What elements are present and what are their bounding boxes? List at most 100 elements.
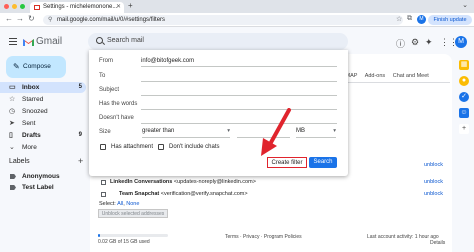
unblock-selected-button: Unblock selected addresses	[98, 209, 168, 218]
label-item[interactable]: Anonymous	[0, 171, 86, 182]
size-unit-underline	[296, 137, 336, 138]
extensions-icon[interactable]: ⧉	[407, 15, 412, 23]
to-label: To	[99, 73, 106, 79]
contacts-icon[interactable]: ☺	[459, 108, 469, 118]
exclude-chats-label: Don't include chats	[169, 144, 220, 150]
sidebar-item-starred[interactable]: ☆ Starred	[0, 94, 86, 105]
subject-input[interactable]	[141, 95, 337, 96]
gemini-sparkle-icon[interactable]: ✦	[425, 37, 433, 48]
chevron-down-icon: ⌄	[9, 144, 15, 151]
compose-button[interactable]: ✎ Compose	[6, 56, 66, 78]
gmail-logo-icon[interactable]	[23, 38, 34, 46]
add-label-icon[interactable]: +	[78, 156, 83, 166]
site-info-icon[interactable]: ⚲	[48, 15, 52, 25]
search-bar[interactable]: Search mail	[88, 33, 348, 50]
sidebar-item-inbox[interactable]: ▭ Inbox 5	[0, 82, 86, 93]
tasks-icon[interactable]: ✓	[459, 92, 469, 102]
search-input[interactable]: Search mail	[107, 37, 144, 44]
tab-addons[interactable]: Add-ons	[365, 73, 386, 79]
gmail-brand[interactable]: Gmail	[36, 36, 62, 47]
has-attachment-checkbox[interactable]	[100, 144, 106, 150]
chevron-down-icon: ▾	[227, 128, 230, 134]
bookmark-star-icon[interactable]: ☆	[396, 15, 402, 23]
from-label: From	[99, 58, 113, 64]
sidebar-item-label: Inbox	[22, 84, 40, 91]
maximize-window-button[interactable]	[20, 4, 25, 9]
forward-icon[interactable]: →	[16, 14, 24, 23]
pointer-arrow-annotation	[261, 108, 291, 156]
size-operator-underline	[142, 137, 230, 138]
search-icon[interactable]	[96, 37, 103, 44]
blocked-sender-name: Team Snapchat	[119, 191, 160, 197]
back-icon[interactable]: ←	[5, 14, 13, 23]
size-operator-select[interactable]: greater than ▾	[142, 128, 230, 134]
reload-icon[interactable]: ↻	[28, 14, 35, 23]
tabs-divider	[344, 82, 450, 83]
activity-details-link[interactable]: Details	[430, 240, 445, 246]
row-checkbox[interactable]	[101, 192, 106, 197]
tab-close-icon[interactable]: ✕	[116, 2, 121, 13]
to-input[interactable]	[141, 81, 337, 82]
labels-heading: Labels	[9, 158, 30, 165]
main-menu-icon[interactable]	[9, 38, 17, 45]
select-row: Select: All, None	[99, 201, 140, 207]
window-controls	[4, 4, 25, 9]
help-icon[interactable]: ⓘ	[396, 37, 405, 50]
unblock-link[interactable]: unblock	[424, 162, 443, 168]
new-tab-icon[interactable]: +	[128, 1, 133, 10]
finish-update-button[interactable]: Finish update	[428, 15, 472, 25]
side-panel-rail: ▦ ● ✓ ☺ +	[455, 54, 474, 252]
sidebar-item-drafts[interactable]: ▯ Drafts 9	[0, 130, 86, 141]
size-operator-value: greater than	[142, 128, 175, 134]
exclude-chats-checkbox[interactable]	[158, 144, 164, 150]
storage-text: 0.02 GB of 15 GB used	[98, 239, 150, 245]
select-all-link[interactable]: All	[117, 201, 123, 207]
keep-icon[interactable]: ●	[459, 76, 469, 86]
select-none-link[interactable]: None	[126, 201, 139, 207]
sidebar-item-more[interactable]: ⌄ More	[0, 142, 86, 153]
tab-chat-meet[interactable]: Chat and Meet	[393, 73, 429, 79]
inbox-icon: ▭	[9, 84, 16, 91]
chevron-down-icon: ▾	[333, 128, 336, 134]
label-tag-icon	[10, 185, 16, 190]
sidebar-item-snoozed[interactable]: ◷ Snoozed	[0, 106, 86, 117]
from-input[interactable]: info@bitofgeek.com	[141, 58, 194, 64]
has-words-input[interactable]	[141, 109, 337, 110]
row-checkbox[interactable]	[101, 180, 106, 185]
label-tag-icon	[10, 174, 16, 179]
size-label: Size	[99, 129, 111, 135]
doesnt-have-label: Doesn't have	[99, 115, 134, 121]
browser-tab[interactable]: Settings - michelemonone... ✕	[30, 2, 124, 13]
label-item[interactable]: Test Label	[0, 182, 86, 193]
clock-icon: ◷	[9, 108, 16, 115]
send-icon: ➤	[9, 120, 15, 127]
minimize-window-button[interactable]	[12, 4, 17, 9]
label-name: Test Label	[22, 184, 54, 191]
size-unit-select[interactable]: MB ▾	[296, 128, 336, 134]
unblock-link[interactable]: unblock	[424, 179, 443, 185]
tab-list-chevron-icon[interactable]: ⌄	[462, 1, 468, 9]
storage-meter	[98, 234, 168, 237]
blocked-sender-email: <verification@verify.snapchat.com>	[160, 191, 248, 197]
settings-gear-icon[interactable]: ⚙	[411, 37, 419, 48]
calendar-icon[interactable]: ▦	[459, 60, 469, 70]
has-words-label: Has the words	[99, 101, 138, 107]
sidebar-item-label: Sent	[22, 120, 36, 127]
policy-links[interactable]: Terms · Privacy · Program Policies	[225, 234, 302, 240]
browser-profile-avatar[interactable]: M	[417, 15, 426, 24]
create-filter-button[interactable]: Create filter	[267, 157, 307, 168]
blocked-sender-email: <updates-noreply@linkedin.com>	[173, 179, 256, 185]
sidebar-item-label: Drafts	[22, 132, 41, 139]
compose-label: Compose	[23, 63, 51, 70]
unblock-link[interactable]: unblock	[424, 191, 443, 197]
star-icon: ☆	[9, 96, 16, 103]
filter-search-button[interactable]: Search	[309, 157, 337, 168]
account-avatar[interactable]: M	[455, 36, 467, 48]
doesnt-have-input[interactable]	[141, 123, 337, 124]
close-window-button[interactable]	[4, 4, 9, 9]
last-activity-text: Last account activity: 1 hour ago	[367, 234, 439, 240]
url-field[interactable]: ⚲ mail.google.com/mail/u/0/#settings/fil…	[43, 15, 403, 25]
sidebar-item-sent[interactable]: ➤ Sent	[0, 118, 86, 129]
add-addon-icon[interactable]: +	[459, 124, 469, 134]
blocked-row: Team Snapchat <verification@verify.snapc…	[119, 191, 248, 197]
